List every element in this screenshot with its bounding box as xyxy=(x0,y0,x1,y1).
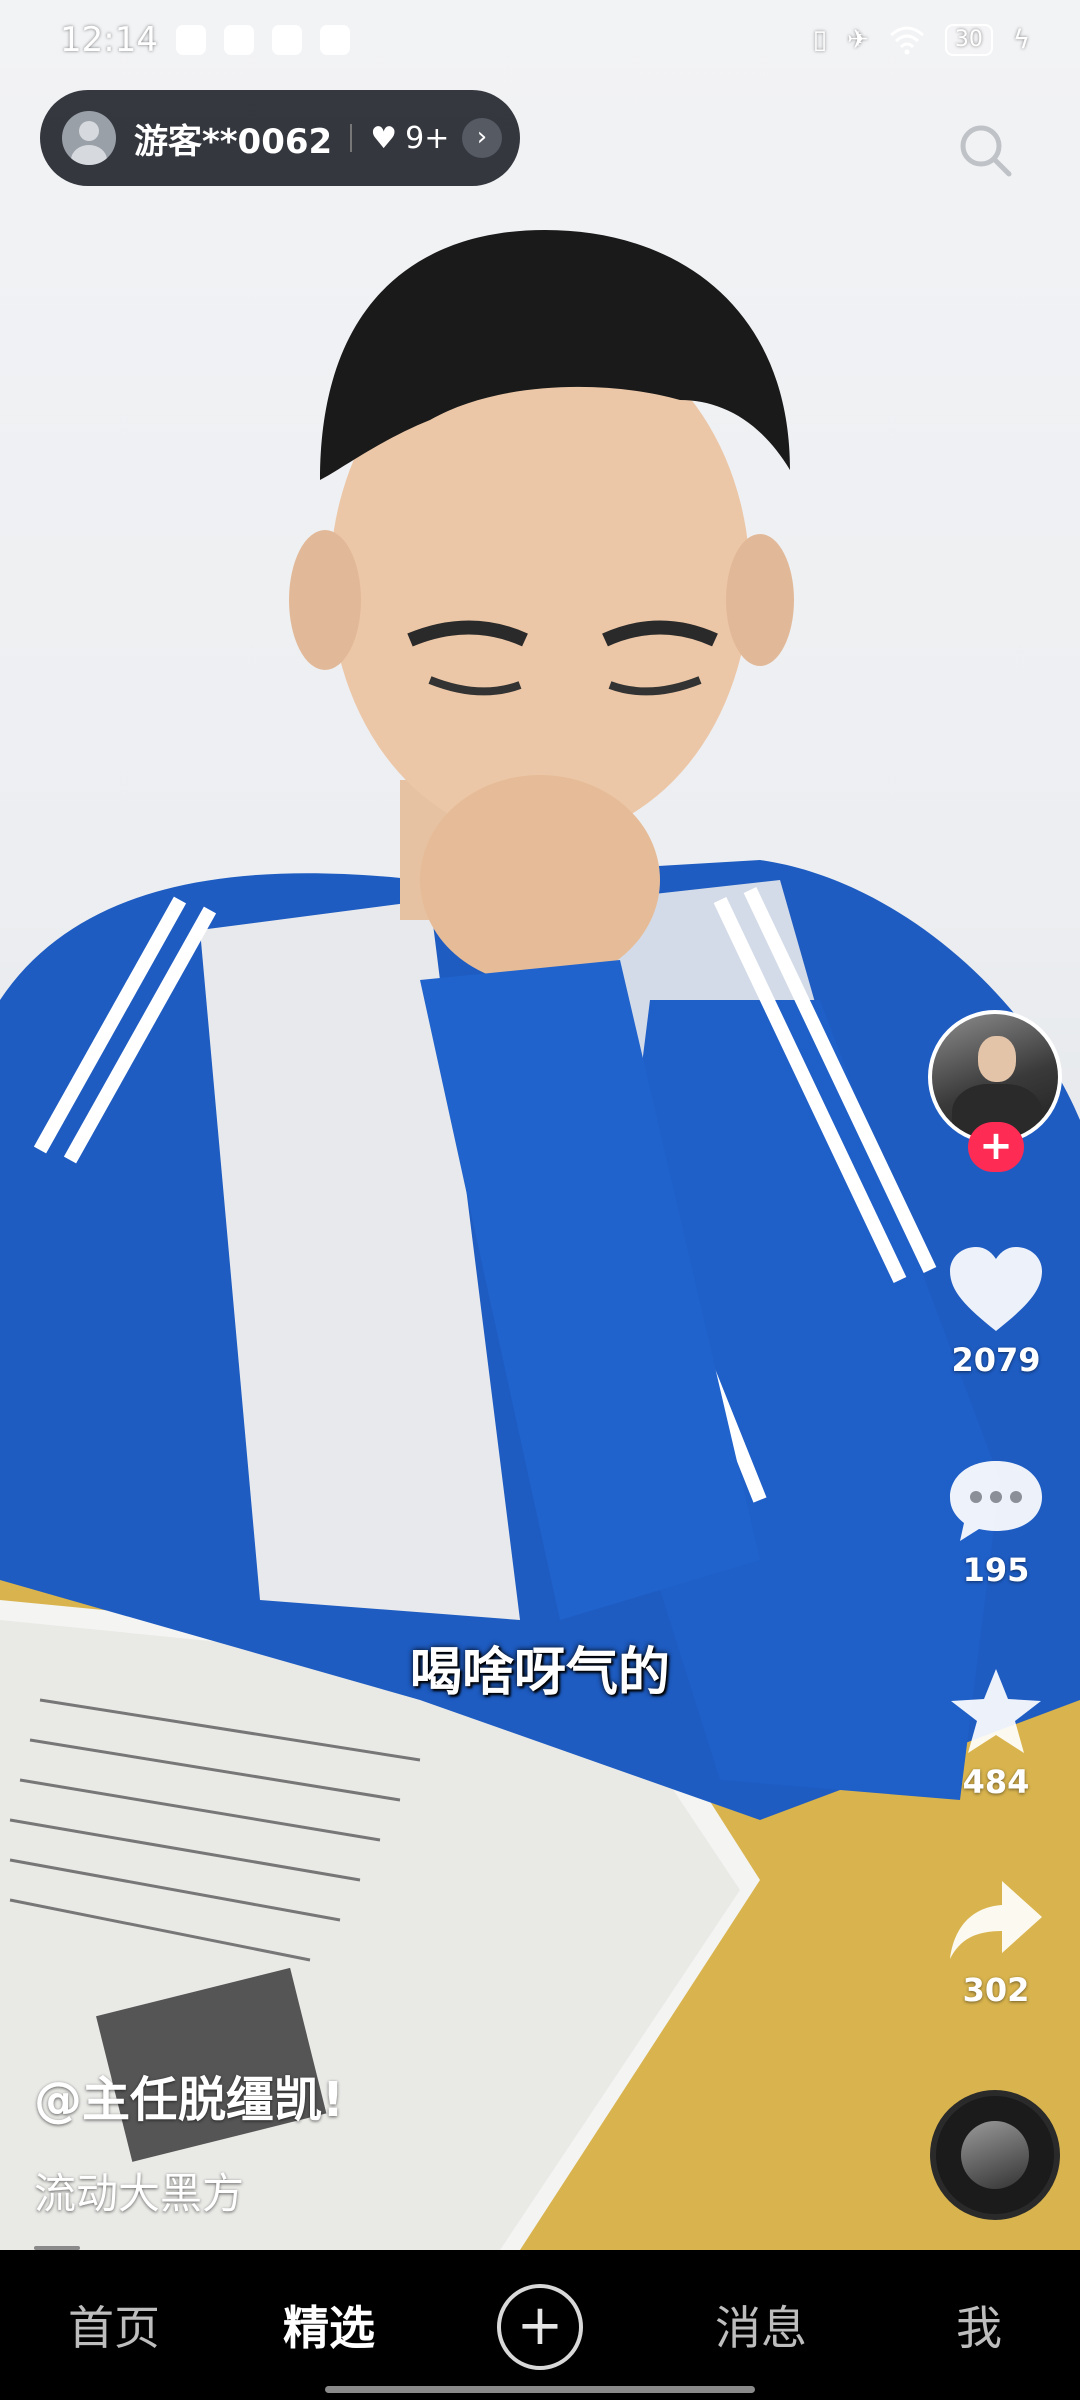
link-app-icon xyxy=(319,25,350,55)
share-button[interactable]: 302 xyxy=(926,1875,1066,2009)
video-player[interactable] xyxy=(0,0,1080,2250)
search-icon[interactable] xyxy=(955,120,1015,180)
status-bar: 12:14 ▯ ✈ 30 ϟ xyxy=(0,0,1080,80)
wifi-icon xyxy=(889,26,924,55)
nav-messages[interactable]: 消息 xyxy=(715,2292,807,2358)
comment-count: 195 xyxy=(962,1551,1030,1589)
like-count: 2079 xyxy=(951,1341,1041,1379)
battery-indicator: 30 xyxy=(944,24,993,56)
video-progress[interactable] xyxy=(34,2246,80,2250)
favorite-count: 484 xyxy=(962,1763,1030,1801)
video-description: 流动大黑方 xyxy=(34,2169,245,2218)
vibrate-icon: ▯ xyxy=(812,25,828,55)
mail-icon xyxy=(175,25,206,55)
status-time: 12:14 xyxy=(60,20,158,60)
visitor-name: 游客**0062 xyxy=(134,121,333,162)
book-app-icon xyxy=(271,25,302,55)
video-subtitle: 喝啥呀气的 xyxy=(409,1643,670,1703)
create-button[interactable]: + xyxy=(497,2284,583,2370)
nav-featured[interactable]: 精选 xyxy=(283,2292,375,2358)
star-icon xyxy=(951,1669,1041,1753)
like-count: 9+ xyxy=(405,120,450,156)
comment-button[interactable]: 195 xyxy=(926,1455,1066,1589)
chevron-right-icon[interactable]: › xyxy=(462,118,502,158)
heart-icon xyxy=(950,1247,1042,1331)
home-indicator[interactable] xyxy=(325,2386,755,2393)
follow-button[interactable]: + xyxy=(968,1122,1024,1172)
comment-icon xyxy=(950,1461,1042,1541)
music-disc[interactable] xyxy=(930,2090,1060,2220)
airplane-icon: ✈ xyxy=(847,25,869,55)
video-app-icon xyxy=(223,25,254,55)
author-name[interactable]: @主任脱缰凯! xyxy=(34,2060,344,2130)
charging-icon: ϟ xyxy=(1012,25,1030,55)
nav-home[interactable]: 首页 xyxy=(68,2292,160,2358)
divider xyxy=(350,124,353,152)
nav-me[interactable]: 我 xyxy=(956,2292,1002,2358)
share-count: 302 xyxy=(962,1971,1030,2009)
visitor-pill[interactable]: 游客**0062 ♥ 9+ › xyxy=(40,90,520,186)
avatar xyxy=(62,111,116,165)
video-frame xyxy=(0,230,1080,2250)
heart-icon: ♥ xyxy=(370,120,398,156)
share-icon xyxy=(950,1881,1042,1959)
like-button[interactable]: 2079 xyxy=(926,1245,1066,1379)
bottom-nav: 首页 精选 + 消息 我 xyxy=(0,2252,1080,2400)
favorite-button[interactable]: 484 xyxy=(926,1665,1066,1801)
